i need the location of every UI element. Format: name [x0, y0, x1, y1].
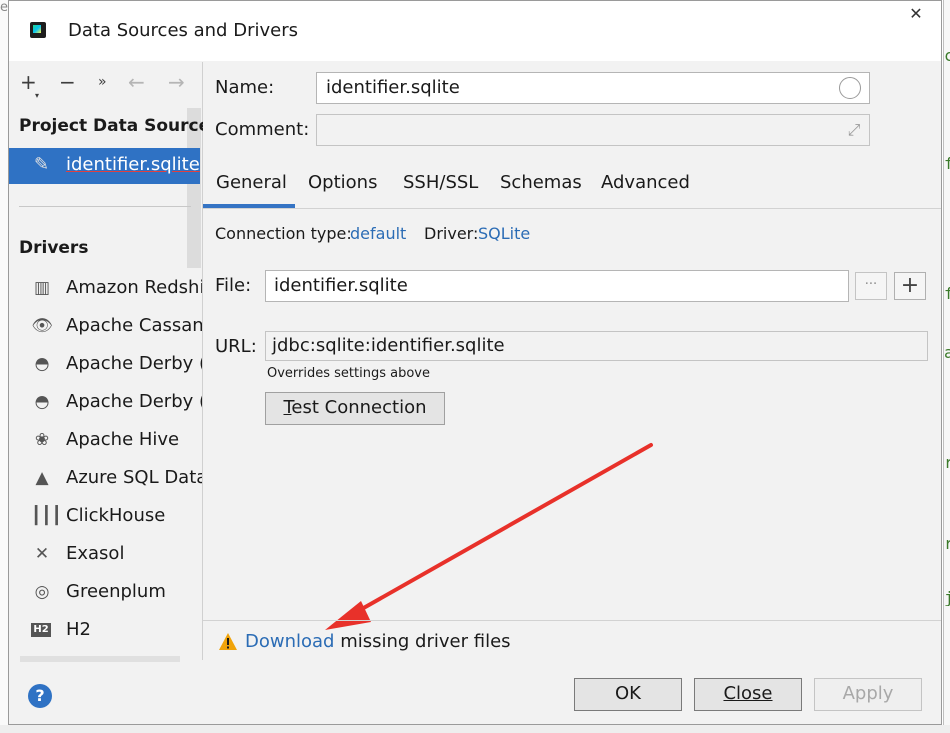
- driver-item[interactable]: ▲ Azure SQL Data: [9, 459, 202, 497]
- driver-item[interactable]: H2 H2: [9, 611, 202, 649]
- driver-label-text: Driver:: [424, 224, 479, 243]
- background-editor-char: r: [944, 536, 950, 552]
- warning-message: Download missing driver files: [245, 631, 511, 652]
- driver-item[interactable]: ◎ Greenplum: [9, 573, 202, 611]
- tab-divider: [203, 208, 941, 209]
- window-title: Data Sources and Drivers: [68, 20, 298, 41]
- driver-item[interactable]: ◓ Apache Derby (: [9, 383, 202, 421]
- tab-options[interactable]: Options: [308, 172, 377, 193]
- driver-label: Azure SQL Data: [66, 467, 202, 488]
- data-source-item-label: identifier.sqlite: [66, 154, 200, 175]
- tab-ssh-ssl[interactable]: SSH/SSL: [403, 172, 478, 193]
- remove-icon[interactable]: −: [59, 70, 76, 94]
- active-tab-indicator: [203, 204, 295, 208]
- driver-label: H2: [66, 619, 91, 640]
- expand-icon[interactable]: ⤢: [844, 120, 864, 140]
- driver-label: ClickHouse: [66, 505, 166, 526]
- background-editor-char: f: [944, 286, 950, 302]
- name-input-value: identifier.sqlite: [326, 77, 460, 98]
- warning-text: missing driver files: [334, 631, 511, 652]
- driver-label: Apache Derby (: [66, 391, 202, 412]
- driver-label: Apache Hive: [66, 429, 180, 450]
- driver-label: Amazon Redshi: [66, 277, 202, 298]
- divider: [19, 206, 191, 207]
- test-connection-button[interactable]: Test Connection: [265, 392, 445, 425]
- background-editor-char: r: [944, 455, 950, 471]
- tab-advanced[interactable]: Advanced: [601, 172, 690, 193]
- driver-item[interactable]: ❀ Apache Hive: [9, 421, 202, 459]
- cassandra-eye-icon: 👁: [31, 316, 53, 336]
- derby-hat-icon: ◓: [34, 392, 50, 412]
- exasol-x-icon: ✕: [34, 544, 50, 564]
- app-icon-logo: [33, 25, 41, 33]
- url-label: URL:: [215, 336, 257, 357]
- driver-label: Apache Derby (: [66, 353, 202, 374]
- background-window-left: [0, 0, 8, 733]
- browse-button[interactable]: ···: [855, 272, 887, 300]
- redshift-icon: ▥: [33, 278, 51, 298]
- connection-type-link[interactable]: default: [350, 224, 406, 243]
- connection-type-label: Connection type:: [215, 224, 352, 243]
- clickhouse-bars-icon: ┃┃┃: [31, 506, 62, 526]
- url-input-value: jdbc:sqlite:identifier.sqlite: [272, 335, 505, 356]
- add-dropdown-caret-icon: ▾: [35, 91, 40, 100]
- driver-link[interactable]: SQLite: [478, 224, 530, 243]
- warning-icon: [219, 633, 237, 650]
- color-circle-icon[interactable]: [839, 77, 861, 99]
- close-button[interactable]: Close: [694, 678, 802, 711]
- background-editor-char: e: [0, 0, 8, 15]
- driver-item[interactable]: ┃┃┃ ClickHouse: [9, 497, 202, 535]
- greenplum-icon: ◎: [34, 582, 50, 602]
- hive-bee-icon: ❀: [34, 430, 50, 450]
- close-icon[interactable]: ✕: [904, 2, 928, 26]
- background-editor-char: a: [944, 345, 950, 361]
- test-connection-rest: est Connection: [291, 397, 427, 418]
- driver-item[interactable]: ✕ Exasol: [9, 535, 202, 573]
- background-editor-strip: [943, 0, 950, 733]
- overrides-note: Overrides settings above: [267, 366, 430, 381]
- comment-input[interactable]: [316, 114, 870, 146]
- azure-icon: ▲: [35, 468, 49, 488]
- more-icon[interactable]: »: [98, 70, 107, 94]
- driver-item[interactable]: ▥ Amazon Redshi: [9, 269, 202, 307]
- background-editor-char: c: [944, 48, 950, 64]
- left-panel-overflow: [20, 656, 180, 662]
- derby-hat-icon: ◓: [34, 354, 50, 374]
- file-label: File:: [215, 275, 252, 296]
- background-editor-char: f: [944, 156, 950, 172]
- background-window-bottom: [0, 725, 950, 733]
- name-label: Name:: [215, 77, 275, 98]
- driver-label: Apache Cassand: [66, 315, 202, 336]
- sqlite-feather-icon: ✎: [34, 154, 50, 175]
- add-file-button[interactable]: +: [894, 272, 926, 300]
- apply-button[interactable]: Apply: [814, 678, 922, 711]
- background-editor-char: j: [944, 590, 950, 606]
- annotation-arrow-icon: [325, 443, 653, 630]
- tab-general[interactable]: General: [216, 172, 287, 193]
- project-data-sources-header: Project Data Sources: [19, 116, 221, 136]
- warning-divider: [203, 620, 941, 621]
- comment-label: Comment:: [215, 119, 310, 140]
- help-icon[interactable]: ?: [28, 684, 52, 708]
- back-arrow-icon[interactable]: ←: [128, 70, 145, 94]
- tab-schemas[interactable]: Schemas: [500, 172, 582, 193]
- h2-icon: H2: [31, 623, 51, 637]
- ok-button[interactable]: OK: [574, 678, 682, 711]
- close-button-label: Close: [723, 683, 773, 704]
- driver-label: Greenplum: [66, 581, 166, 602]
- driver-item[interactable]: 👁 Apache Cassand: [9, 307, 202, 345]
- driver-label: Exasol: [66, 543, 125, 564]
- file-input-value: identifier.sqlite: [274, 275, 408, 296]
- drivers-header: Drivers: [19, 238, 89, 258]
- driver-item[interactable]: ◓ Apache Derby (: [9, 345, 202, 383]
- forward-arrow-icon[interactable]: →: [168, 70, 185, 94]
- download-link[interactable]: Download: [245, 631, 334, 652]
